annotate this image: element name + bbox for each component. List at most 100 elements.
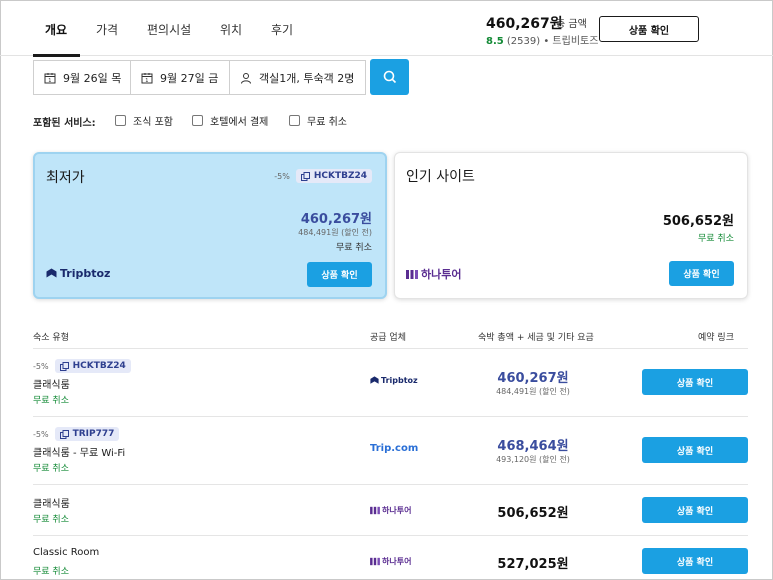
tab-prices[interactable]: 가격 <box>96 21 118 38</box>
card-free-cancel: 무료 취소 <box>336 243 372 253</box>
tab-amenities[interactable]: 편의시설 <box>147 21 191 38</box>
col-header-supplier: 공급 업체 <box>370 333 406 343</box>
tripbtoz-logo: Tripbtoz <box>46 267 110 280</box>
rating-score: 8.5 <box>486 36 504 47</box>
room-name: 클래식룸 <box>33 380 70 391</box>
tripbtoz-logo: Tripbtoz <box>370 376 418 385</box>
card-title: 인기 사이트 <box>406 169 475 185</box>
col-header-link: 예약 링크 <box>698 333 734 343</box>
discount-percent: -5% <box>33 361 49 371</box>
card-title: 최저가 <box>46 170 85 186</box>
tripbtoz-logo-icon <box>46 268 57 278</box>
header-rating: 8.5 (2539) • 트립비토즈 <box>486 32 598 47</box>
col-header-room: 숙소 유형 <box>33 333 69 343</box>
search-button[interactable] <box>370 59 409 95</box>
row-view-deal-button[interactable]: 상품 확인 <box>642 437 748 463</box>
row-view-deal-button[interactable]: 상품 확인 <box>642 497 748 523</box>
svg-text:1: 1 <box>145 78 148 84</box>
divider <box>33 484 748 485</box>
checkin-date-value: 9월 26일 목 <box>63 71 122 85</box>
filter-label: 호텔에서 결제 <box>210 117 269 128</box>
col-header-price: 숙박 총액 + 세금 및 기타 요금 <box>478 333 594 343</box>
row-price: 506,652원 <box>497 506 569 521</box>
coupon-badge[interactable]: HCKTBZ24 <box>295 169 372 183</box>
supplier-name: Tripbtoz <box>381 376 418 385</box>
row-price: 460,267원 <box>497 371 569 386</box>
popular-site-card[interactable]: 인기 사이트 506,652원 무료 취소 하나투어 상품 확인 <box>394 152 748 299</box>
services-label: 포함된 서비스: <box>33 118 96 129</box>
checkout-date-field[interactable]: 1 9월 27일 금 <box>130 60 230 95</box>
checkout-date-value: 9월 27일 금 <box>160 71 219 85</box>
filter-pay-at-hotel[interactable]: 호텔에서 결제 <box>192 113 268 128</box>
coupon-code: HCKTBZ24 <box>313 171 367 181</box>
row-discount: -5% TRIP777 <box>33 427 120 441</box>
discount-percent: -5% <box>274 171 290 181</box>
filter-breakfast[interactable]: 조식 포함 <box>115 113 173 128</box>
search-icon <box>383 70 396 84</box>
checkbox[interactable] <box>115 115 126 126</box>
top-header: 개요 가격 편의시설 위치 후기 460,267원 총 금액 8.5 (2539… <box>0 0 773 57</box>
row-view-deal-button[interactable]: 상품 확인 <box>642 369 748 395</box>
row-original-price: 484,491원 (할인 전) <box>496 387 570 396</box>
copy-icon <box>300 171 310 181</box>
divider <box>33 416 748 417</box>
provider-name: Tripbtoz <box>60 267 111 280</box>
lowest-price-card[interactable]: 최저가 -5% HCKTBZ24 460,267원 484,491원 (할인 전… <box>33 152 387 299</box>
filter-free-cancel[interactable]: 무료 취소 <box>289 113 347 128</box>
discount-percent: -5% <box>33 429 49 439</box>
supplier-name: 하나투어 <box>382 506 412 515</box>
coupon-code: TRIP777 <box>72 429 115 439</box>
room-name: Classic Room <box>33 547 100 558</box>
svg-text:1: 1 <box>48 78 51 84</box>
tab-location[interactable]: 위치 <box>220 21 242 38</box>
copy-icon <box>59 429 69 439</box>
supplier-name: 하나투어 <box>382 557 412 566</box>
row-original-price: 493,120원 (할인 전) <box>496 455 570 464</box>
hanatour-logo: 하나투어 <box>370 556 411 567</box>
coupon-code: HCKTBZ24 <box>72 361 126 371</box>
free-cancel: 무료 취소 <box>33 515 69 525</box>
header-total-label: 총 금액 <box>556 19 587 30</box>
room-name: 클래식룸 - 무료 Wi-Fi <box>33 448 126 459</box>
checkbox[interactable] <box>289 115 300 126</box>
person-icon <box>241 72 251 84</box>
checkbox[interactable] <box>192 115 203 126</box>
card-view-deal-button[interactable]: 상품 확인 <box>669 261 734 286</box>
card-price: 460,267원 <box>300 212 372 227</box>
guests-value: 객실1개, 투숙객 2명 <box>259 71 355 85</box>
coupon-badge[interactable]: TRIP777 <box>54 427 120 441</box>
row-price: 468,464원 <box>497 439 569 454</box>
row-view-deal-button[interactable]: 상품 확인 <box>642 548 748 574</box>
hanatour-logo-icon <box>370 506 380 515</box>
free-cancel: 무료 취소 <box>33 464 69 474</box>
card-free-cancel: 무료 취소 <box>698 234 734 244</box>
free-cancel: 무료 취소 <box>33 567 69 577</box>
hanatour-logo: 하나투어 <box>406 266 461 282</box>
divider <box>33 348 748 349</box>
checkin-date-field[interactable]: 1 9월 26일 목 <box>33 60 131 95</box>
copy-icon <box>59 361 69 371</box>
guests-field[interactable]: 객실1개, 투숙객 2명 <box>229 60 366 95</box>
card-view-deal-button[interactable]: 상품 확인 <box>307 262 372 287</box>
filter-label: 무료 취소 <box>307 117 347 128</box>
filter-label: 조식 포함 <box>133 117 173 128</box>
tab-overview[interactable]: 개요 <box>45 21 67 38</box>
header-view-deal-button[interactable]: 상품 확인 <box>599 16 699 42</box>
rating-count-provider: (2539) • 트립비토즈 <box>506 36 599 47</box>
divider <box>33 535 748 536</box>
row-discount: -5% HCKTBZ24 <box>33 359 131 373</box>
active-tab-indicator <box>33 54 80 57</box>
room-name: 클래식룸 <box>33 499 70 510</box>
row-price: 527,025원 <box>497 557 569 572</box>
tripcom-logo: Trip.com <box>370 443 418 454</box>
card-price: 506,652원 <box>662 214 734 229</box>
hanatour-logo-icon <box>370 557 380 566</box>
hanatour-logo: 하나투어 <box>370 505 411 516</box>
hanatour-logo-icon <box>406 269 418 279</box>
coupon-badge[interactable]: HCKTBZ24 <box>54 359 131 373</box>
discount-row: -5% HCKTBZ24 <box>274 169 372 183</box>
supplier-name: Trip.com <box>370 443 419 454</box>
card-original-price: 484,491원 (할인 전) <box>298 228 372 237</box>
provider-name: 하나투어 <box>421 268 462 281</box>
tab-reviews[interactable]: 후기 <box>271 21 293 38</box>
